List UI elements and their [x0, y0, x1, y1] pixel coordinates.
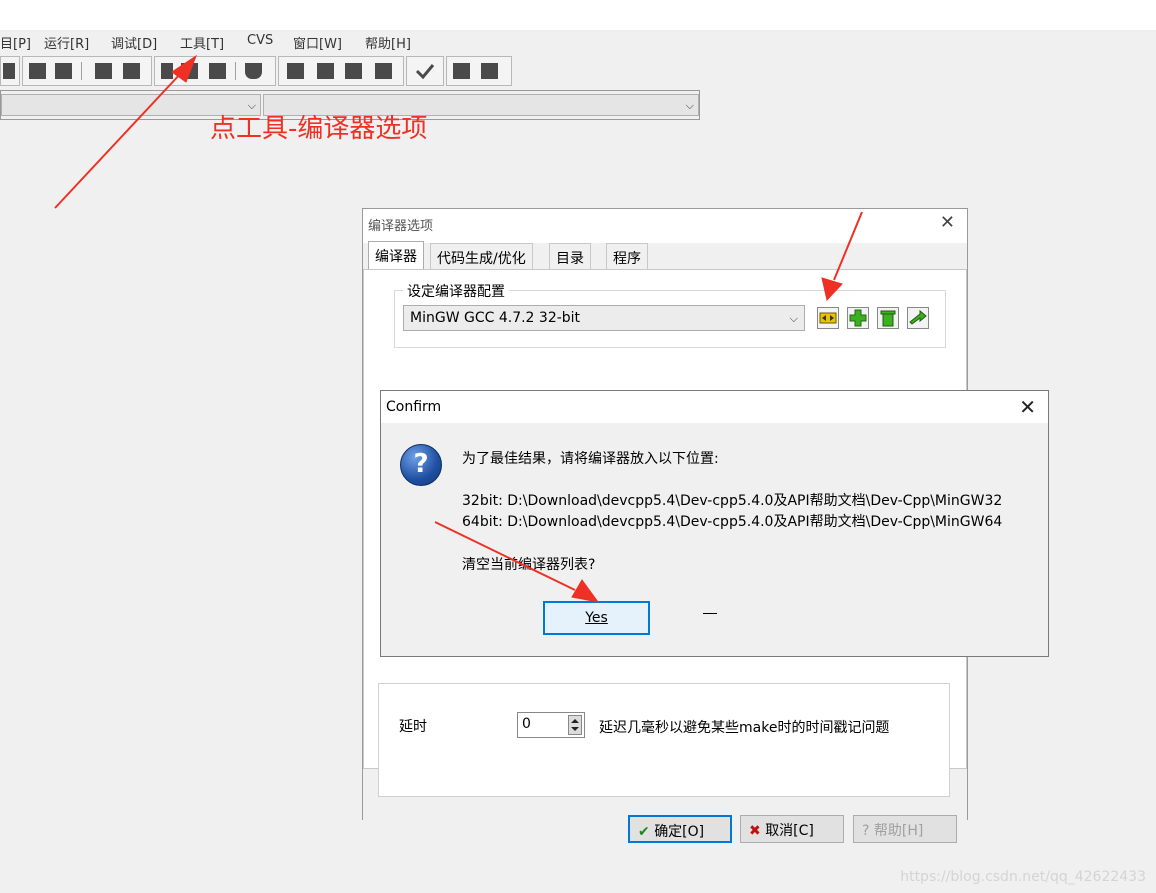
- compiler-config-select[interactable]: MinGW GCC 4.7.2 32-bit ⌵: [403, 305, 805, 331]
- question-icon: ?: [400, 444, 442, 486]
- add-compiler-icon: [849, 309, 867, 327]
- toolbar-group-6: [446, 56, 512, 86]
- chevron-down-icon: ⌵: [789, 312, 798, 325]
- yes-label: Yes: [585, 610, 608, 626]
- profile-icon[interactable]: [453, 63, 470, 79]
- delay-panel: 延时 0 延迟几毫秒以避免某些make时的时间戳记问题: [378, 683, 950, 797]
- rename-compiler-button[interactable]: [907, 307, 929, 329]
- menu-run[interactable]: 运行[R]: [44, 33, 89, 52]
- question-mark-icon: ?: [862, 823, 870, 839]
- close-icon[interactable]: ✕: [940, 212, 955, 233]
- close-icon[interactable]: ✕: [1019, 395, 1036, 419]
- confirm-body: ? 为了最佳结果，请将编译器放入以下位置: 32bit: D:\Download…: [381, 423, 1048, 656]
- ok-label: 确定[O]: [654, 824, 705, 840]
- toolbar-group-4: [278, 56, 404, 86]
- toolbar-group-1: [0, 56, 20, 86]
- path-64bit: 64bit: D:\Download\devcpp5.4\Dev-cpp5.4.…: [462, 514, 1003, 530]
- compile-icon[interactable]: [287, 63, 304, 79]
- cursor-underscore: [703, 613, 717, 614]
- tab-codegen[interactable]: 代码生成/优化: [430, 243, 533, 269]
- tab-programs[interactable]: 程序: [606, 243, 648, 269]
- indent-icon[interactable]: [29, 63, 46, 79]
- tab-compiler[interactable]: 编译器: [368, 241, 424, 271]
- menu-bar: 目[P] 运行[R] 调试[D] 工具[T] CVS 窗口[W] 帮助[H]: [0, 30, 1156, 52]
- shield-icon[interactable]: [245, 63, 262, 79]
- delay-label: 延时: [399, 719, 427, 735]
- menu-tools[interactable]: 工具[T]: [180, 33, 224, 52]
- check-icon: ✔: [638, 824, 650, 840]
- spin-arrows-icon[interactable]: [568, 715, 582, 735]
- watermark: https://blog.csdn.net/qq_42622433: [900, 869, 1146, 885]
- find-compilers-button[interactable]: [817, 307, 839, 329]
- delete-compiler-button[interactable]: [877, 307, 899, 329]
- menu-window[interactable]: 窗口[W]: [293, 33, 342, 52]
- confirm-dialog: Confirm ✕ ? 为了最佳结果，请将编译器放入以下位置: 32bit: D…: [380, 390, 1049, 657]
- goto-bookmark-icon[interactable]: [123, 63, 140, 79]
- delay-value: 0: [522, 716, 531, 732]
- path-32bit: 32bit: D:\Download\devcpp5.4\Dev-cpp5.4.…: [462, 493, 1003, 509]
- cancel-button[interactable]: ✖ 取消[C]: [740, 815, 844, 843]
- compiler-config-group: 设定编译器配置 MinGW GCC 4.7.2 32-bit ⌵: [394, 281, 946, 348]
- confirm-message: 为了最佳结果，请将编译器放入以下位置:: [462, 451, 719, 467]
- cross-icon: ✖: [749, 823, 761, 839]
- toolbar-group-5: [406, 56, 444, 86]
- group-title: 设定编译器配置: [403, 281, 509, 301]
- confirm-titlebar: Confirm ✕: [381, 391, 1048, 423]
- menu-cvs[interactable]: CVS: [247, 33, 273, 48]
- toolbar-separator: [235, 62, 236, 80]
- tab-directories[interactable]: 目录: [549, 243, 591, 269]
- check-icon[interactable]: [415, 63, 435, 80]
- compiler-config-value: MinGW GCC 4.7.2 32-bit: [410, 310, 581, 326]
- toolbar: [0, 54, 515, 86]
- delay-stepper[interactable]: 0: [517, 712, 585, 738]
- cancel-label: 取消[C]: [765, 823, 814, 839]
- confirm-question: 清空当前编译器列表?: [462, 557, 596, 573]
- toolbar-separator-icon: [161, 63, 173, 79]
- yes-button[interactable]: Yes: [543, 601, 650, 635]
- toggle-bookmark-icon[interactable]: [95, 63, 112, 79]
- top-blank-area: [0, 0, 1156, 30]
- delete-profile-icon[interactable]: [481, 63, 498, 79]
- add-compiler-button[interactable]: [847, 307, 869, 329]
- toolbar-group-3: [154, 56, 276, 86]
- rename-compiler-icon: [909, 309, 927, 325]
- confirm-title: Confirm: [386, 399, 442, 415]
- dialog-title: 编译器选项: [368, 219, 434, 234]
- toolbar-arrow-icon[interactable]: [3, 63, 15, 79]
- menu-project[interactable]: 目[P]: [0, 33, 31, 52]
- help-label: 帮助[H]: [873, 823, 924, 839]
- chevron-down-icon: ⌵: [685, 99, 694, 112]
- delay-description: 延迟几毫秒以避免某些make时的时间戳记问题: [599, 720, 890, 736]
- toolbar-separator: [81, 62, 82, 80]
- delete-compiler-icon: [880, 310, 896, 327]
- unindent-icon[interactable]: [55, 63, 72, 79]
- ok-button[interactable]: ✔ 确定[O]: [628, 815, 732, 843]
- find-compilers-icon: [819, 312, 837, 324]
- compile-run-icon[interactable]: [345, 63, 362, 79]
- class-browser-icon[interactable]: [181, 63, 198, 79]
- toolbar-group-2: [22, 56, 152, 86]
- menu-help[interactable]: 帮助[H]: [365, 33, 411, 52]
- help-button[interactable]: ? 帮助[H]: [853, 815, 957, 843]
- go-back-icon[interactable]: [209, 63, 226, 79]
- tutorial-annotation: 点工具-编译器选项: [210, 114, 428, 144]
- menu-debug[interactable]: 调试[D]: [111, 33, 157, 52]
- rebuild-icon[interactable]: [375, 63, 392, 79]
- run-icon[interactable]: [317, 63, 334, 79]
